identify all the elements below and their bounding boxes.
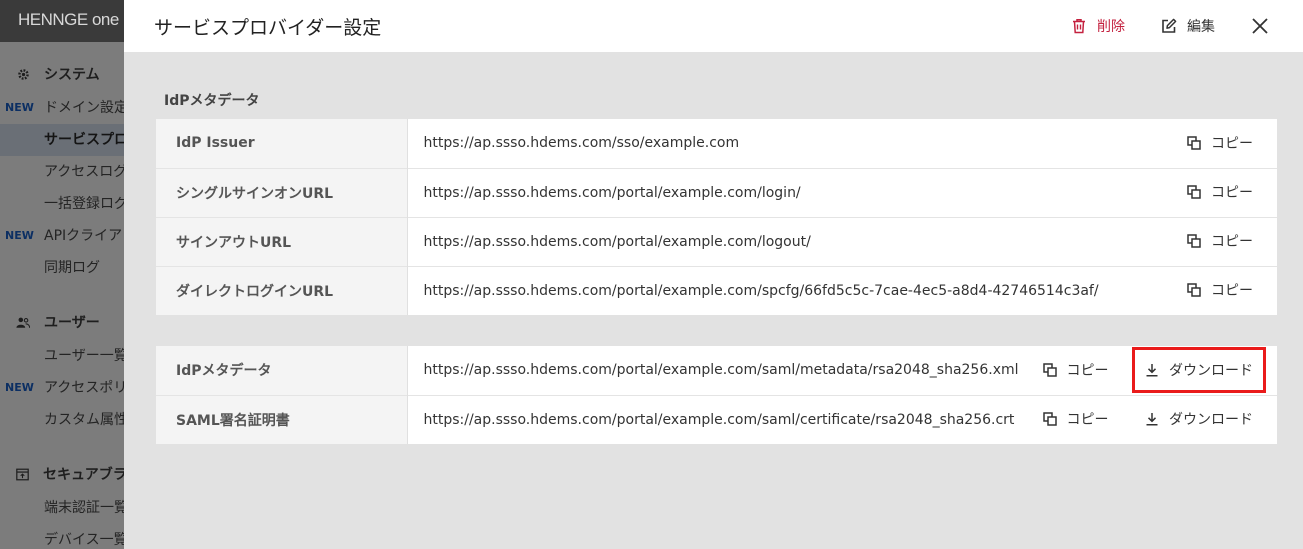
row-value: https://ap.ssso.hdems.com/portal/example… — [423, 411, 1015, 428]
table-row: IdP Issuer https://ap.ssso.hdems.com/sso… — [156, 119, 1277, 168]
edit-label: 編集 — [1187, 19, 1215, 35]
new-badge: NEW — [5, 381, 34, 394]
nav-section-system[interactable]: システム — [0, 62, 124, 86]
download-icon — [1145, 412, 1159, 426]
row-key: IdPメタデータ — [156, 346, 408, 395]
sidebar-item-label: アクセスログ — [44, 164, 124, 180]
users-icon — [16, 315, 30, 329]
download-label: ダウンロード — [1169, 362, 1253, 379]
sidebar: HENNGE one システム NEW ドメイン設定 サービスプロ アクセスログ … — [0, 0, 124, 549]
copy-button[interactable]: コピー — [1187, 182, 1253, 202]
copy-icon — [1187, 136, 1201, 150]
download-icon — [1145, 363, 1159, 377]
copy-button[interactable]: コピー — [1042, 409, 1109, 429]
sidebar-item-device-list[interactable]: デバイス一覧 — [0, 524, 124, 549]
row-value: https://ap.ssso.hdems.com/portal/example… — [423, 184, 801, 201]
new-badge: NEW — [5, 101, 34, 114]
sidebar-item-service-provider[interactable]: サービスプロ — [0, 124, 124, 156]
sidebar-item-custom-attributes[interactable]: カスタム属性 — [0, 404, 124, 436]
sidebar-item-label: 端末認証一覧 — [44, 500, 124, 516]
sidebar-item-access-policy[interactable]: NEW アクセスポリ — [0, 372, 124, 404]
sidebar-item-label: カスタム属性 — [44, 412, 124, 428]
row-value: https://ap.ssso.hdems.com/portal/example… — [423, 362, 1019, 379]
row-key: IdP Issuer — [156, 119, 408, 168]
download-metadata-button[interactable]: ダウンロード — [1132, 346, 1266, 393]
row-value: https://ap.ssso.hdems.com/portal/example… — [423, 233, 811, 250]
copy-button[interactable]: コピー — [1187, 280, 1253, 300]
copy-label: コピー — [1066, 362, 1109, 379]
sidebar-item-domain-settings[interactable]: NEW ドメイン設定 — [0, 92, 124, 124]
delete-button[interactable]: 削除 — [1071, 16, 1125, 36]
row-key: SAML署名証明書 — [156, 395, 408, 444]
row-value: https://ap.ssso.hdems.com/sso/example.co… — [423, 135, 740, 152]
table-row: ダイレクトログインURL https://ap.ssso.hdems.com/p… — [156, 266, 1277, 315]
sidebar-item-label: サービスプロ — [44, 132, 124, 148]
copy-label: コピー — [1066, 412, 1109, 429]
table-row: IdPメタデータ https://ap.ssso.hdems.com/porta… — [156, 346, 1277, 395]
table-row: シングルサインオンURL https://ap.ssso.hdems.com/p… — [156, 168, 1277, 217]
nav-section-label: セキュアブラ — [43, 467, 124, 483]
modal-header: サービスプロバイダー設定 削除 編集 — [124, 0, 1303, 52]
sidebar-item-access-log[interactable]: アクセスログ — [0, 156, 124, 188]
close-icon[interactable] — [1251, 17, 1269, 35]
edit-icon — [1161, 18, 1177, 34]
edit-button[interactable]: 編集 — [1161, 16, 1215, 36]
modal-title: サービスプロバイダー設定 — [154, 16, 382, 39]
copy-icon — [1187, 283, 1201, 297]
download-label: ダウンロード — [1169, 412, 1253, 429]
copy-label: コピー — [1211, 135, 1253, 152]
sidebar-item-user-list[interactable]: ユーザー一覧 — [0, 340, 124, 372]
copy-button[interactable]: コピー — [1187, 231, 1253, 251]
table-row: SAML署名証明書 https://ap.ssso.hdems.com/port… — [156, 395, 1277, 444]
brand-logo: HENNGE one — [0, 0, 124, 42]
nav-section-label: ユーザー — [44, 315, 100, 331]
copy-icon — [1187, 185, 1201, 199]
copy-label: コピー — [1211, 234, 1253, 250]
sidebar-item-label: アクセスポリ — [44, 380, 124, 396]
browser-icon — [16, 467, 29, 481]
sidebar-item-label: APIクライア — [44, 228, 123, 244]
idp-info-table: IdP Issuer https://ap.ssso.hdems.com/sso… — [156, 119, 1277, 315]
copy-button[interactable]: コピー — [1042, 360, 1109, 380]
nav-section-label: システム — [44, 67, 100, 83]
copy-label: コピー — [1211, 283, 1253, 300]
header-actions: 削除 編集 — [1071, 0, 1303, 52]
gear-icon — [16, 67, 30, 81]
nav-section-secure-browser[interactable]: セキュアブラ — [0, 462, 124, 486]
row-key: シングルサインオンURL — [156, 168, 408, 217]
sidebar-item-label: ドメイン設定 — [44, 100, 124, 116]
delete-label: 削除 — [1097, 19, 1125, 35]
sidebar-item-sync-log[interactable]: 同期ログ — [0, 252, 124, 284]
section-title: IdPメタデータ — [164, 93, 260, 109]
nav-section-users[interactable]: ユーザー — [0, 310, 124, 334]
copy-label: コピー — [1211, 185, 1253, 201]
sidebar-item-api-client[interactable]: NEW APIクライア — [0, 220, 124, 252]
sidebar-item-bulk-log[interactable]: 一括登録ログ — [0, 188, 124, 220]
row-key: サインアウトURL — [156, 217, 408, 266]
copy-icon — [1042, 363, 1057, 377]
service-provider-modal: サービスプロバイダー設定 削除 編集 IdPメタデータ IdP Issuer h… — [124, 0, 1303, 549]
new-badge: NEW — [5, 229, 34, 242]
sidebar-item-label: 一括登録ログ — [44, 196, 124, 212]
sidebar-item-label: ユーザー一覧 — [44, 348, 124, 364]
trash-icon — [1071, 18, 1087, 34]
row-value: https://ap.ssso.hdems.com/portal/example… — [423, 282, 1099, 299]
copy-icon — [1042, 412, 1057, 426]
sidebar-item-device-auth[interactable]: 端末認証一覧 — [0, 492, 124, 524]
download-certificate-button[interactable]: ダウンロード — [1145, 409, 1253, 429]
sidebar-item-label: デバイス一覧 — [44, 532, 124, 548]
row-key: ダイレクトログインURL — [156, 266, 408, 315]
saml-files-table: IdPメタデータ https://ap.ssso.hdems.com/porta… — [156, 346, 1277, 444]
sidebar-item-label: 同期ログ — [44, 260, 100, 276]
copy-button[interactable]: コピー — [1187, 133, 1253, 153]
table-row: サインアウトURL https://ap.ssso.hdems.com/port… — [156, 217, 1277, 266]
copy-icon — [1187, 234, 1201, 248]
